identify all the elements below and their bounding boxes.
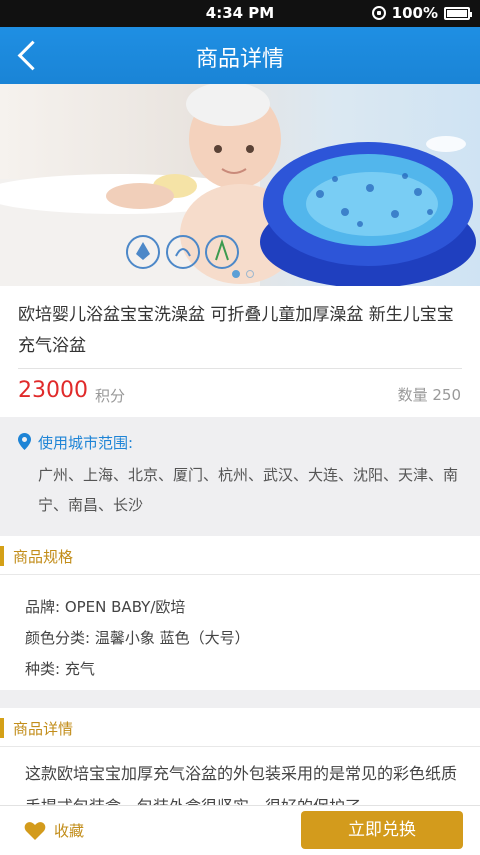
details-text: 这款欧培宝宝加厚充气浴盆的外包装采用的是常见的彩色纸质手提式包装盒，包装外盒很坚… [25, 764, 458, 805]
carousel-dots[interactable] [232, 270, 254, 278]
rotation-lock-icon [371, 6, 386, 20]
details-section: 商品详情 这款欧培宝宝加厚充气浴盆的外包装采用的是常见的彩色纸质手提式包装盒，包… [0, 708, 480, 805]
spec-color: 颜色分类: 温馨小象 蓝色（大号） [25, 629, 250, 647]
specs-section: 商品规格 品牌: OPEN BABY/欧培 颜色分类: 温馨小象 蓝色（大号） … [0, 536, 480, 690]
spec-type: 种类: 充气 [25, 660, 95, 678]
product-name: 欧培婴儿浴盆宝宝洗澡盆 可折叠儿童加厚澡盆 新生儿宝宝充气浴盆 [18, 305, 454, 356]
battery-percent: 100% [391, 4, 438, 22]
carousel-dot-2[interactable] [246, 270, 254, 278]
spec-brand: 品牌: OPEN BABY/欧培 [25, 598, 186, 616]
product-image [0, 84, 476, 286]
specs-title: 商品规格 [13, 548, 74, 566]
location-pin-icon [18, 433, 31, 450]
section-accent-bar [0, 718, 4, 738]
carousel-dot-1[interactable] [232, 270, 240, 278]
product-price: 23000 [18, 378, 88, 403]
status-bar: 4:34 PM 100% [0, 0, 480, 27]
divider [18, 368, 462, 369]
product-info-card: 欧培婴儿浴盆宝宝洗澡盆 可折叠儿童加厚澡盆 新生儿宝宝充气浴盆 23000 积分… [0, 286, 480, 417]
spec-list: 品牌: OPEN BABY/欧培 颜色分类: 温馨小象 蓝色（大号） 种类: 充… [25, 592, 250, 685]
heart-icon [24, 821, 46, 840]
section-accent-bar [0, 546, 4, 566]
page-title: 商品详情 [195, 47, 284, 72]
favorite-button[interactable]: 收藏 [24, 820, 84, 841]
product-image-carousel[interactable] [0, 84, 480, 286]
city-range-title: 使用城市范围: [38, 434, 134, 452]
details-header: 商品详情 [0, 708, 480, 747]
price-unit: 积分 [95, 387, 126, 405]
favorite-label: 收藏 [54, 822, 85, 840]
battery-icon [444, 6, 472, 20]
city-list: 广州、上海、北京、厦门、杭州、武汉、大连、沈阳、天津、南宁、南昌、长沙 [38, 466, 459, 514]
city-range-section: 使用城市范围: 广州、上海、北京、厦门、杭州、武汉、大连、沈阳、天津、南宁、南昌… [0, 418, 480, 530]
stock-quantity: 数量 250 [397, 386, 461, 404]
nav-bar: 商品详情 [0, 27, 480, 84]
specs-header: 商品规格 [0, 536, 480, 575]
bottom-action-bar: 收藏 立即兑换 [0, 805, 480, 855]
details-title: 商品详情 [13, 720, 74, 738]
redeem-button[interactable]: 立即兑换 [301, 811, 463, 849]
status-right: 100% [371, 4, 472, 22]
